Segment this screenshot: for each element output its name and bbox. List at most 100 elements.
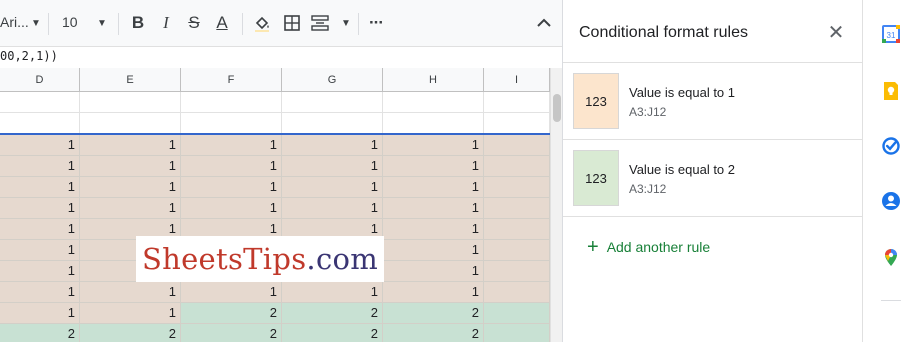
- fill-color-icon[interactable]: [252, 13, 272, 33]
- grid-cell[interactable]: [181, 92, 282, 113]
- grid-cell[interactable]: 1: [80, 177, 181, 198]
- side-rail: 31: [862, 0, 918, 342]
- formula-text[interactable]: 00,2,1)): [0, 49, 58, 63]
- grid-cell[interactable]: [484, 282, 550, 303]
- borders-icon[interactable]: [282, 13, 302, 33]
- grid-cell[interactable]: 1: [0, 303, 80, 324]
- grid-cell[interactable]: 1: [383, 219, 484, 240]
- grid-cell[interactable]: [484, 92, 550, 113]
- grid-cell[interactable]: 1: [181, 156, 282, 177]
- grid-cell[interactable]: 2: [383, 324, 484, 342]
- grid-cell[interactable]: 1: [0, 261, 80, 282]
- grid-cell[interactable]: 1: [383, 240, 484, 261]
- grid-cell[interactable]: 1: [80, 282, 181, 303]
- grid-cell[interactable]: 1: [181, 198, 282, 219]
- rule-item[interactable]: 123 Value is equal to 2 A3:J12: [563, 140, 862, 217]
- grid-cell[interactable]: 1: [181, 135, 282, 156]
- grid-cell[interactable]: 2: [383, 303, 484, 324]
- font-size-select[interactable]: 10: [62, 14, 78, 30]
- grid-cell[interactable]: [484, 324, 550, 342]
- font-size-dropdown-icon[interactable]: ▼: [92, 13, 112, 33]
- grid-cell[interactable]: [0, 113, 80, 134]
- grid-cell[interactable]: 1: [383, 156, 484, 177]
- tasks-icon[interactable]: [881, 136, 901, 156]
- merge-cells-icon[interactable]: [310, 13, 330, 33]
- grid-cell[interactable]: 1: [383, 282, 484, 303]
- column-header[interactable]: G: [282, 68, 383, 92]
- grid-cell[interactable]: [484, 303, 550, 324]
- add-another-rule-button[interactable]: + Add another rule: [587, 237, 710, 257]
- grid-cell[interactable]: [484, 219, 550, 240]
- grid-cell[interactable]: 1: [0, 156, 80, 177]
- grid-cell[interactable]: 1: [0, 198, 80, 219]
- grid-cell[interactable]: [383, 92, 484, 113]
- grid-cell[interactable]: 1: [80, 156, 181, 177]
- close-icon[interactable]: ✕: [825, 22, 847, 44]
- grid-cell[interactable]: [484, 198, 550, 219]
- strikethrough-button[interactable]: S: [184, 13, 204, 33]
- grid-cell[interactable]: [484, 240, 550, 261]
- grid-cell[interactable]: 1: [383, 261, 484, 282]
- grid-cell[interactable]: 1: [383, 198, 484, 219]
- collapse-toolbar-icon[interactable]: [534, 13, 554, 33]
- column-header[interactable]: D: [0, 68, 80, 92]
- column-header[interactable]: I: [484, 68, 550, 92]
- grid-cell[interactable]: 2: [181, 303, 282, 324]
- grid-cell[interactable]: 1: [0, 135, 80, 156]
- grid-cell[interactable]: [484, 177, 550, 198]
- column-header[interactable]: F: [181, 68, 282, 92]
- grid-cell[interactable]: 1: [181, 177, 282, 198]
- grid-cell[interactable]: 2: [0, 324, 80, 342]
- grid-cell[interactable]: [484, 135, 550, 156]
- grid-cell[interactable]: [282, 113, 383, 134]
- grid-cell[interactable]: 2: [181, 324, 282, 342]
- grid-cell[interactable]: 1: [181, 282, 282, 303]
- scrollbar-thumb[interactable]: [553, 94, 561, 122]
- calendar-icon[interactable]: 31: [881, 24, 901, 44]
- grid-cell[interactable]: 1: [383, 135, 484, 156]
- grid-cell[interactable]: 1: [80, 303, 181, 324]
- grid-cell[interactable]: 1: [282, 282, 383, 303]
- grid-cell[interactable]: 1: [282, 198, 383, 219]
- grid-cell[interactable]: 1: [282, 177, 383, 198]
- rail-separator: [881, 300, 901, 301]
- grid-cell[interactable]: 2: [282, 324, 383, 342]
- grid-cell[interactable]: 1: [0, 177, 80, 198]
- grid-cell[interactable]: 1: [80, 135, 181, 156]
- grid-cell[interactable]: 1: [282, 156, 383, 177]
- contacts-icon[interactable]: [881, 191, 901, 211]
- grid-cell[interactable]: [484, 156, 550, 177]
- bold-button[interactable]: B: [128, 13, 148, 33]
- column-header[interactable]: E: [80, 68, 181, 92]
- grid-cell[interactable]: [80, 92, 181, 113]
- grid-cell[interactable]: 1: [0, 219, 80, 240]
- grid-cell[interactable]: [383, 113, 484, 134]
- formula-bar[interactable]: 00,2,1)): [0, 47, 562, 69]
- grid-cell[interactable]: 2: [80, 324, 181, 342]
- grid-cell[interactable]: 1: [80, 198, 181, 219]
- text-color-button[interactable]: A: [212, 13, 232, 33]
- grid-cell[interactable]: 1: [282, 135, 383, 156]
- font-family-select[interactable]: Ari...: [0, 14, 29, 30]
- grid-cell[interactable]: [484, 261, 550, 282]
- grid-cell[interactable]: [484, 113, 550, 134]
- rule-range: A3:J12: [629, 105, 667, 119]
- grid-cell[interactable]: 2: [282, 303, 383, 324]
- more-options-button[interactable]: ···: [366, 13, 386, 33]
- maps-icon[interactable]: [881, 248, 901, 268]
- keep-icon[interactable]: [881, 81, 901, 101]
- calendar-icon-label: 31: [887, 31, 896, 40]
- italic-button[interactable]: I: [156, 13, 176, 33]
- grid-cell[interactable]: [80, 113, 181, 134]
- grid-cell[interactable]: 1: [0, 282, 80, 303]
- grid-cell[interactable]: [181, 113, 282, 134]
- font-family-dropdown-icon[interactable]: ▼: [26, 13, 46, 33]
- grid-cell[interactable]: [0, 92, 80, 113]
- grid-cell[interactable]: [282, 92, 383, 113]
- spreadsheet-grid[interactable]: DEFGHI1111111111111111111111111111111111…: [0, 68, 550, 342]
- rule-item[interactable]: 123 Value is equal to 1 A3:J12: [563, 63, 862, 140]
- column-header[interactable]: H: [383, 68, 484, 92]
- grid-cell[interactable]: 1: [0, 240, 80, 261]
- grid-cell[interactable]: 1: [383, 177, 484, 198]
- merge-dropdown-icon[interactable]: ▼: [336, 13, 356, 33]
